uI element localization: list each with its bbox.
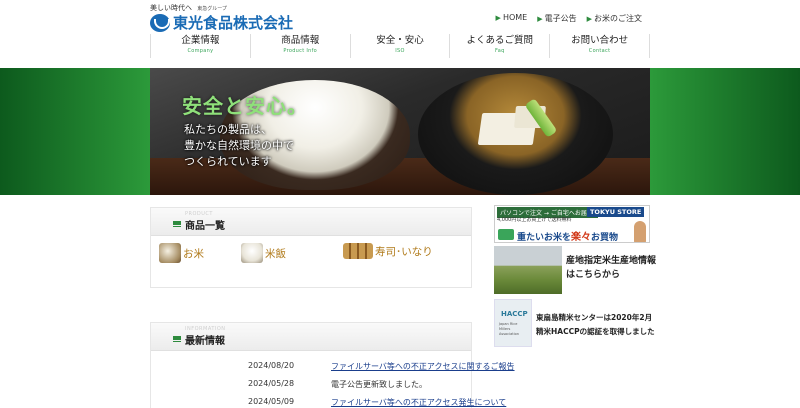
- logo-mark-icon: [150, 13, 170, 32]
- logo-text: 東光食品株式会社: [173, 14, 294, 32]
- nav-sublabel: Company: [187, 48, 214, 54]
- tokyu-store-banner[interactable]: パソコンで注文 → ご自宅へお届け! TOKYU STORE 4,000円以上お…: [494, 205, 650, 243]
- banner-store-name: TOKYU STORE: [587, 207, 645, 217]
- hero-copy-line: 豊かな自然環境の中で: [184, 139, 294, 152]
- haccp-banner[interactable]: HACCP Japan Rice Millers Association 東扇島…: [494, 299, 655, 347]
- arrow-right-icon: ▶: [495, 14, 501, 22]
- hero-headline: 安全と安心。: [182, 94, 308, 118]
- utility-nav: ▶ HOME ▶ 電子公告 ▶ お米のご注文: [496, 13, 642, 24]
- nav-products[interactable]: 商品情報 Product Info: [251, 34, 351, 58]
- nav-label: お問い合わせ: [571, 35, 629, 46]
- haccp-logo-subtext: Japan Rice Millers Association: [499, 322, 519, 336]
- nav-label: 安全・安心: [376, 35, 424, 46]
- banner-main-copy: 重たいお米を楽々お買物: [517, 232, 619, 243]
- nav-sublabel: Faq: [495, 48, 505, 54]
- rice-bag-icon: [159, 243, 181, 263]
- panel-title: 最新情報: [185, 336, 225, 347]
- nav-contact[interactable]: お問い合わせ Contact: [550, 34, 650, 58]
- products-panel-header: PRODUCT 商品一覧: [151, 208, 471, 236]
- tagline-main: 美しい時代へ: [150, 4, 192, 12]
- heading-bar-icon: [173, 221, 181, 227]
- news-date: 2024/08/20: [248, 361, 295, 370]
- product-sushi[interactable]: 寿司･いなり: [343, 243, 433, 259]
- company-logo[interactable]: 東光食品株式会社: [150, 12, 293, 33]
- news-panel: INFORMATION 最新情報 2024/08/20 ファイルサーバ等への不正…: [150, 322, 515, 408]
- banner-note: 4,000円以上お買上げで送料無料: [497, 217, 572, 223]
- nav-sublabel: Contact: [588, 48, 611, 54]
- nav-label: 商品情報: [281, 35, 320, 46]
- hero-copy: 私たちの製品は、 豊かな自然環境の中で つくられています: [184, 122, 294, 170]
- rice-field-text: 産地指定米生産地情報 はこちらから: [566, 256, 657, 280]
- news-text: 電子公告更新致しました。: [331, 380, 427, 389]
- hero-copy-line: 私たちの製品は、: [184, 123, 272, 136]
- news-date: 2024/05/28: [248, 379, 295, 388]
- delivery-truck-icon: [498, 229, 514, 240]
- cooked-rice-icon: [241, 243, 263, 263]
- news-item: 2024/05/09 ファイルサーバ等への不正アクセス発生について: [151, 397, 506, 408]
- haccp-logo-text: HACCP: [501, 310, 528, 318]
- hero-copy-line: つくられています: [184, 155, 272, 168]
- hero-banner: 安全と安心。 私たちの製品は、 豊かな自然環境の中で つくられています: [150, 68, 650, 195]
- haccp-text: 東扇島精米センターは2020年2月 精米HACCPの認証を取得しました: [536, 313, 655, 336]
- site-header: 美しい時代へ 東急グループ 東光食品株式会社 ▶ HOME ▶ 電子公告 ▶ お米のご…: [0, 0, 800, 68]
- products-panel: PRODUCT 商品一覧 お米 米飯 寿司･いなり: [150, 207, 472, 288]
- utility-rice-order-link[interactable]: ▶ お米のご注文: [587, 13, 642, 24]
- product-label: 米飯: [265, 247, 286, 260]
- global-nav: 企業情報 Company 商品情報 Product Info 安全・安心 ISO…: [150, 34, 650, 58]
- news-link[interactable]: ファイルサーバ等への不正アクセス発生について: [331, 397, 506, 408]
- rice-field-banner[interactable]: 産地指定米生産地情報 はこちらから: [494, 246, 656, 294]
- nav-sublabel: ISO: [395, 48, 405, 54]
- nav-label: 企業情報: [181, 35, 220, 46]
- news-date: 2024/05/09: [248, 397, 295, 406]
- nav-label: よくあるご質問: [466, 35, 534, 46]
- haccp-logo-image: HACCP Japan Rice Millers Association: [494, 299, 532, 347]
- product-cooked-rice[interactable]: 米飯: [241, 243, 286, 263]
- utility-public-notice-link[interactable]: ▶ 電子公告: [537, 13, 576, 24]
- sushi-icon: [343, 243, 373, 259]
- arrow-right-icon: ▶: [586, 15, 592, 23]
- shopper-illustration-icon: [634, 221, 646, 242]
- nav-safety[interactable]: 安全・安心 ISO: [351, 34, 451, 58]
- product-label: 寿司･いなり: [375, 245, 433, 258]
- news-item: 2024/08/20 ファイルサーバ等への不正アクセスに関するご報告: [151, 361, 515, 375]
- heading-bar-icon: [173, 336, 181, 342]
- news-panel-header: INFORMATION 最新情報: [151, 323, 471, 351]
- nav-company[interactable]: 企業情報 Company: [150, 34, 251, 58]
- product-label: お米: [183, 247, 204, 260]
- panel-title: 商品一覧: [185, 221, 225, 232]
- nav-faq[interactable]: よくあるご質問 Faq: [450, 34, 551, 58]
- arrow-right-icon: ▶: [537, 15, 543, 23]
- news-link[interactable]: ファイルサーバ等への不正アクセスに関するご報告: [331, 361, 515, 372]
- nav-sublabel: Product Info: [283, 48, 318, 54]
- news-item: 2024/05/28 電子公告更新致しました。: [151, 379, 473, 393]
- product-rice[interactable]: お米: [159, 243, 204, 263]
- rice-field-image: [494, 246, 562, 294]
- utility-home-link[interactable]: ▶ HOME: [496, 13, 528, 24]
- product-list: お米 米飯 寿司･いなり: [151, 236, 473, 288]
